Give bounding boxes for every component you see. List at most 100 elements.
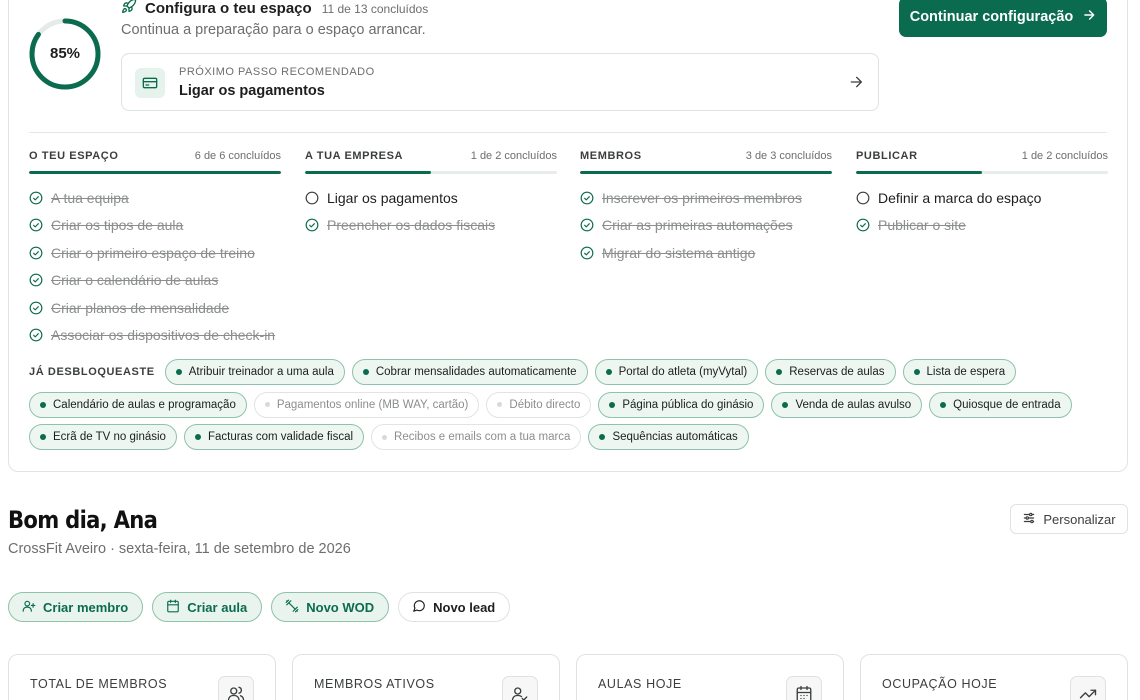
- feature-chip[interactable]: Página pública do ginásio: [598, 391, 765, 418]
- rocket-icon: [121, 0, 137, 19]
- feature-chip[interactable]: Calendário de aulas e programação: [29, 391, 247, 418]
- status-dot: [940, 401, 947, 408]
- feature-chip[interactable]: Lista de espera: [902, 359, 1017, 385]
- column-title: A TUA EMPRESA: [305, 150, 404, 162]
- status-dot: [497, 402, 503, 407]
- column-progress-bar: [305, 171, 557, 174]
- checklist-item[interactable]: Publicar o site: [856, 212, 1108, 240]
- feature-chip[interactable]: Facturas com validade fiscal: [183, 424, 365, 450]
- setup-progress-ring: 85%: [28, 17, 102, 91]
- feature-chip-label: Página pública do ginásio: [622, 398, 754, 411]
- feature-chip-label: Sequências automáticas: [612, 431, 738, 443]
- checklist-item[interactable]: Migrar do sistema antigo: [580, 239, 832, 267]
- setup-divider: [29, 132, 1107, 133]
- status-dot: [194, 434, 201, 440]
- feature-chip[interactable]: Cobrar mensalidades automaticamente: [351, 359, 588, 385]
- feature-chip[interactable]: Atribuir treinador a uma aula: [164, 359, 345, 385]
- status-dot: [605, 369, 612, 375]
- checklist-item-label: Criar o calendário de aulas: [51, 272, 219, 289]
- checklist-item-label: Criar planos de mensalidade: [51, 299, 230, 316]
- checklist-item-label: Migrar do sistema antigo: [602, 244, 756, 261]
- credit-card-icon: [135, 68, 165, 98]
- new-wod-button[interactable]: Novo WOD: [271, 592, 390, 622]
- checklist-item[interactable]: Associar os dispositivos de check-in: [29, 322, 281, 350]
- checklist-item-label: Criar os tipos de aula: [51, 217, 184, 234]
- checklist-item-label: Definir a marca do espaço: [878, 189, 1042, 206]
- checklist-item[interactable]: Criar o calendário de aulas: [29, 267, 281, 295]
- checklist-item[interactable]: A tua equipa: [29, 184, 281, 212]
- stat-card-total-members[interactable]: TOTAL DE MEMBROS: [8, 654, 276, 700]
- feature-chip[interactable]: Quiosque de entrada: [929, 391, 1072, 418]
- status-dot: [609, 401, 616, 408]
- create-member-button[interactable]: Criar membro: [8, 592, 144, 622]
- feature-chip-label: Pagamentos online (MB WAY, cartão): [276, 398, 469, 411]
- checklist-item[interactable]: Criar as primeiras automações: [580, 212, 832, 240]
- feature-chip-label: Portal do atleta (myVytal): [618, 366, 748, 378]
- checklist-item-label: Inscrever os primeiros membros: [602, 189, 802, 206]
- trending-up-icon: [1070, 676, 1106, 700]
- personalize-button[interactable]: Personalizar: [1010, 504, 1128, 534]
- checklist-item[interactable]: Inscrever os primeiros membros: [580, 184, 832, 212]
- column-progress-bar: [580, 171, 832, 174]
- feature-chip[interactable]: Reservas de aulas: [765, 359, 896, 385]
- check-circle-icon: [29, 301, 43, 315]
- check-circle-icon: [305, 218, 319, 232]
- column-task-list: Ligar os pagamentos Preencher os dados fi…: [305, 184, 557, 239]
- setup-column-company: A TUA EMPRESA 1 de 2 concluídos Ligar os…: [305, 150, 557, 239]
- checklist-item[interactable]: Preencher os dados fiscais: [305, 212, 557, 240]
- check-circle-icon: [29, 191, 43, 205]
- checklist-item[interactable]: Criar os tipos de aula: [29, 212, 281, 240]
- check-circle-icon: [29, 218, 43, 232]
- checklist-item[interactable]: Criar planos de mensalidade: [29, 294, 281, 322]
- checklist-item[interactable]: Criar o primeiro espaço de treino: [29, 239, 281, 267]
- column-title: MEMBROS: [580, 150, 642, 162]
- unlocked-features: JÁ DESBLOQUEASTE Atribuir treinador a um…: [29, 359, 1109, 457]
- check-circle-icon: [580, 218, 594, 232]
- new-lead-button[interactable]: Novo lead: [398, 592, 511, 622]
- continue-setup-button[interactable]: Continuar configuração: [899, 0, 1107, 37]
- column-task-list: Definir a marca do espaço Publicar o site: [856, 184, 1108, 239]
- feature-chip[interactable]: Débito directo: [486, 391, 592, 418]
- column-count: 1 de 2 concluídos: [1021, 150, 1108, 162]
- check-circle-icon: [29, 246, 43, 260]
- checklist-item-label: Criar as primeiras automações: [602, 217, 793, 234]
- feature-chip[interactable]: Ecrã de TV no ginásio: [29, 424, 177, 450]
- status-dot: [599, 434, 606, 440]
- feature-chip-label: Recibos e emails com a tua marca: [394, 431, 571, 443]
- stat-card-occupancy-today[interactable]: OCUPAÇÃO HOJE: [860, 654, 1128, 700]
- feature-chip-label: Atribuir treinador a uma aula: [188, 366, 334, 378]
- user-check-icon: [502, 676, 538, 700]
- chip-row: Calendário de aulas e programação Pagamen…: [29, 391, 1109, 418]
- create-member-label: Criar membro: [43, 599, 129, 615]
- feature-chip[interactable]: Pagamentos online (MB WAY, cartão): [253, 391, 480, 418]
- stat-label: TOTAL DE MEMBROS: [30, 677, 168, 691]
- column-title: O TEU ESPAÇO: [29, 150, 119, 162]
- feature-chip[interactable]: Venda de aulas avulso: [771, 391, 923, 418]
- create-class-button[interactable]: Criar aula: [152, 592, 263, 622]
- stat-label: OCUPAÇÃO HOJE: [882, 677, 998, 691]
- feature-chip[interactable]: Recibos e emails com a tua marca: [371, 424, 582, 450]
- arrow-right-icon: [848, 74, 864, 95]
- stat-card-classes-today[interactable]: AULAS HOJE: [576, 654, 844, 700]
- column-count: 3 de 3 concluídos: [745, 150, 832, 162]
- column-progress-bar: [29, 171, 281, 174]
- setup-header: Configura o teu espaço 11 de 13 concluíd…: [121, 0, 428, 19]
- check-circle-icon: [29, 273, 43, 287]
- feature-chip-label: Facturas com validade fiscal: [207, 431, 354, 443]
- status-dot: [40, 401, 46, 408]
- column-task-list: A tua equipa Criar os tipos de aula Criar …: [29, 184, 281, 349]
- checklist-item[interactable]: Ligar os pagamentos: [305, 184, 557, 212]
- feature-chip[interactable]: Portal do atleta (myVytal): [594, 359, 759, 385]
- feature-chip-label: Reservas de aulas: [789, 366, 885, 378]
- unlocked-label: JÁ DESBLOQUEASTE: [29, 366, 155, 378]
- next-step-card[interactable]: PRÓXIMO PASSO RECOMENDADO Ligar os pagam…: [121, 53, 879, 111]
- stat-card-active-members[interactable]: MEMBROS ATIVOS: [292, 654, 560, 700]
- stat-label: AULAS HOJE: [598, 677, 682, 691]
- setup-column-publish: PUBLICAR 1 de 2 concluídos Definir a mar…: [856, 150, 1108, 239]
- status-dot: [776, 369, 783, 375]
- feature-chip[interactable]: Sequências automáticas: [588, 424, 749, 450]
- personalize-label: Personalizar: [1043, 511, 1116, 527]
- checklist-item[interactable]: Definir a marca do espaço: [856, 184, 1108, 212]
- status-dot: [362, 369, 369, 375]
- page-subtitle: CrossFit Aveiro · sexta-feira, 11 de set…: [8, 541, 351, 557]
